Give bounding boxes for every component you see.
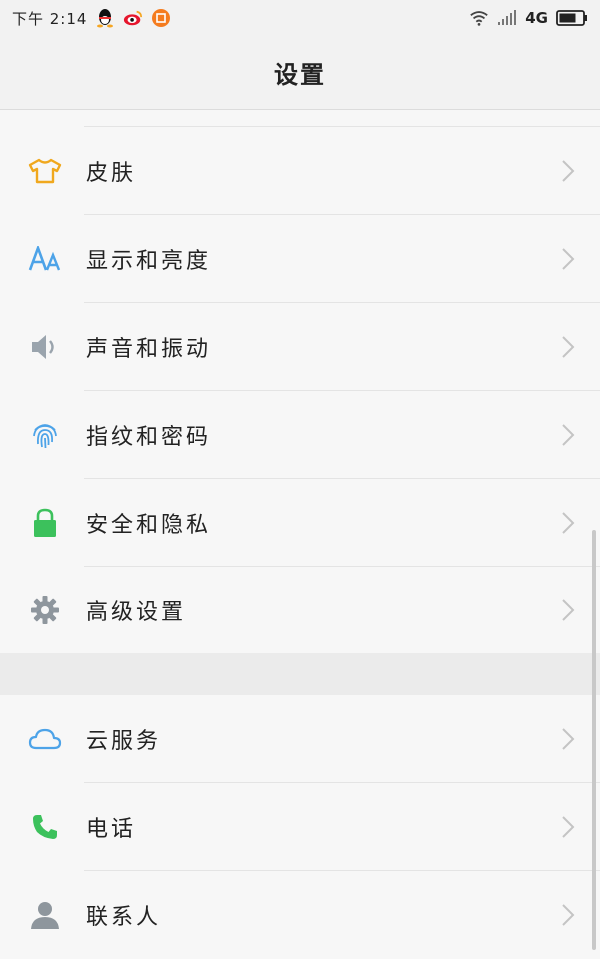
page-title: 设置: [274, 61, 326, 89]
chevron-right-icon: [560, 159, 576, 183]
battery-icon: [556, 10, 588, 26]
settings-item-label: 高级设置: [86, 600, 187, 625]
section-separator: [0, 653, 600, 695]
wifi-icon: [469, 8, 489, 28]
settings-item-label: 安全和隐私: [86, 513, 212, 538]
cloud-icon: [27, 721, 63, 757]
gear-icon: [27, 592, 63, 628]
chevron-right-icon: [560, 727, 576, 751]
settings-item-advanced[interactable]: 高级设置: [0, 567, 600, 653]
settings-item-security[interactable]: 安全和隐私: [0, 479, 600, 567]
chevron-right-icon: [560, 423, 576, 447]
settings-item-cloud[interactable]: 云服务: [0, 695, 600, 783]
shirt-icon: [27, 153, 63, 189]
status-bar-right: 4G: [469, 8, 588, 28]
contact-icon: [27, 897, 63, 933]
lock-icon: [27, 505, 63, 541]
settings-item-label: 显示和亮度: [86, 249, 212, 274]
settings-item-contacts[interactable]: 联系人: [0, 871, 600, 959]
app-notification-icon: [151, 8, 171, 28]
settings-item-fingerprint[interactable]: 指纹和密码: [0, 391, 600, 479]
status-bar-left: 下午 2:14: [12, 8, 171, 29]
chevron-right-icon: [560, 247, 576, 271]
settings-item-phone[interactable]: 电话: [0, 783, 600, 871]
status-time: 下午 2:14: [12, 9, 88, 28]
chevron-right-icon: [560, 511, 576, 535]
status-bar: 下午 2:14 4G: [0, 0, 600, 36]
chevron-right-icon: [560, 815, 576, 839]
chevron-right-icon: [560, 598, 576, 622]
weibo-icon: [123, 8, 143, 28]
settings-item-label: 联系人: [86, 905, 162, 930]
font-aa-icon: [27, 241, 63, 277]
title-bar: 设置: [0, 36, 600, 110]
signal-icon: [497, 8, 517, 28]
chevron-right-icon: [560, 903, 576, 927]
speaker-icon: [27, 329, 63, 365]
settings-item-display[interactable]: 显示和亮度: [0, 215, 600, 303]
settings-item-label: 皮肤: [86, 161, 137, 186]
settings-item-label: 声音和振动: [86, 337, 212, 362]
network-type: 4G: [525, 9, 548, 27]
settings-item-label: 指纹和密码: [86, 425, 212, 450]
settings-item-label: 云服务: [86, 729, 162, 754]
settings-item-skin[interactable]: 皮肤: [0, 127, 600, 215]
phone-icon: [27, 809, 63, 845]
chevron-right-icon: [560, 335, 576, 359]
qq-icon: [95, 8, 115, 28]
scrollbar[interactable]: [592, 530, 596, 950]
settings-item-sound[interactable]: 声音和振动: [0, 303, 600, 391]
fingerprint-icon: [27, 417, 63, 453]
settings-item-label: 电话: [86, 817, 137, 842]
